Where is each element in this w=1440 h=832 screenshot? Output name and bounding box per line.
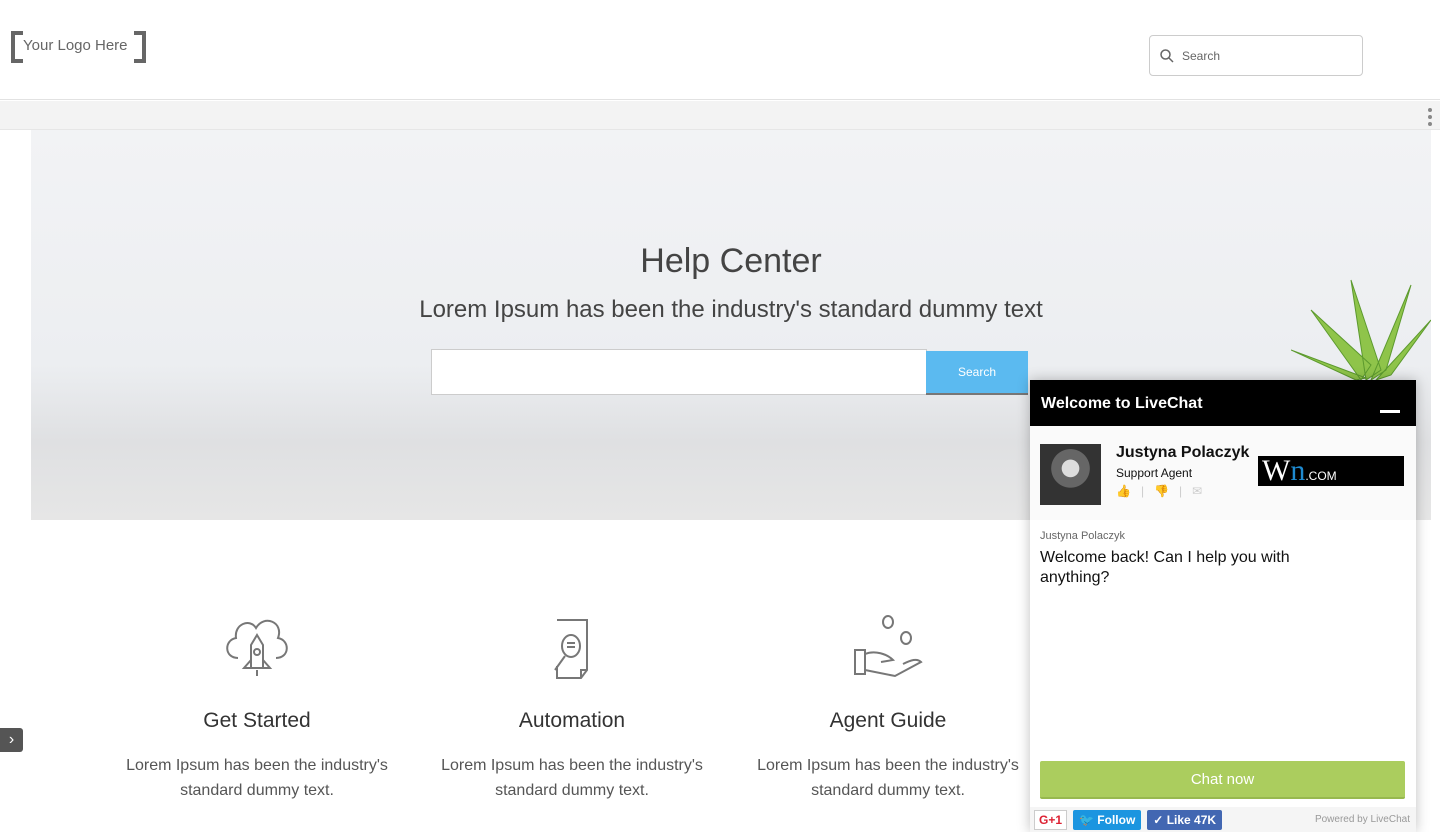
card-title: Agent Guide — [829, 709, 947, 732]
chat-header: Welcome to LiveChat — [1030, 380, 1416, 426]
minimize-button[interactable] — [1380, 410, 1400, 413]
chat-footer: G+1 🐦 Follow ✓ Like 47K Powered by LiveC… — [1030, 807, 1416, 832]
card-text: Lorem Ipsum has been the industry's stan… — [757, 757, 1019, 799]
cloud-rocket-icon — [226, 619, 288, 676]
google-plus-button[interactable]: G+1 — [1034, 809, 1068, 830]
more-options-icon[interactable] — [1428, 108, 1432, 126]
chat-message: Welcome back! Can I help you with anythi… — [1040, 549, 1290, 586]
agent-name: Justyna Polaczyk — [1116, 444, 1250, 461]
logo[interactable]: Your Logo Here — [11, 31, 146, 63]
page-title: Help Center — [640, 242, 822, 280]
chat-title: Welcome to LiveChat — [1041, 395, 1203, 412]
search-icon — [1160, 48, 1174, 63]
thumbs-down-icon[interactable]: 👎 — [1154, 484, 1169, 498]
search-placeholder: Search — [1182, 48, 1221, 63]
message-author: Justyna Polaczyk — [1040, 530, 1125, 542]
page-subtitle: Lorem Ipsum has been the industry's stan… — [419, 296, 1043, 323]
card-text: Lorem Ipsum has been the industry's stan… — [441, 757, 703, 799]
agent-role: Support Agent — [1116, 466, 1193, 480]
plant-image — [1291, 279, 1431, 382]
card-title: Get Started — [203, 709, 311, 732]
expand-sidebar-button[interactable]: › — [0, 728, 23, 752]
powered-by-link[interactable]: Powered by LiveChat — [1315, 814, 1410, 825]
card-get-started[interactable]: Get Started Lorem Ipsum has been the ind… — [117, 610, 397, 803]
check-icon: ✓ — [1153, 812, 1167, 827]
agent-info: Justyna Polaczyk Support Agent 👍 | 👎 | ✉ Wn.… — [1030, 426, 1416, 520]
header-search-input[interactable]: Search — [1149, 35, 1363, 76]
thumbs-up-icon[interactable]: 👍 — [1116, 484, 1131, 498]
card-title: Automation — [518, 709, 626, 732]
facebook-like-button[interactable]: ✓ Like 47K — [1147, 809, 1223, 830]
hand-coins-icon — [854, 615, 923, 678]
card-text: Lorem Ipsum has been the industry's stan… — [126, 757, 388, 799]
email-icon[interactable]: ✉ — [1192, 484, 1202, 498]
twitter-follow-button[interactable]: 🐦 Follow — [1073, 809, 1142, 830]
help-search-button[interactable]: Search — [926, 351, 1028, 395]
header: Your Logo Here Search — [0, 0, 1440, 100]
twitter-icon: 🐦 — [1079, 812, 1098, 827]
card-automation[interactable]: Automation Lorem Ipsum has been the indu… — [432, 610, 712, 803]
document-search-icon — [554, 619, 588, 679]
livechat-widget: Welcome to LiveChat Justyna Polaczyk Sup… — [1030, 380, 1416, 832]
logo-text: Your Logo Here — [23, 37, 128, 54]
card-agent-guide[interactable]: Agent Guide Lorem Ipsum has been the ind… — [748, 610, 1028, 803]
like-label: Like 47K — [1166, 812, 1217, 827]
company-logo: Wn.COM — [1258, 456, 1404, 486]
help-search-input[interactable] — [431, 349, 927, 395]
chat-now-button[interactable]: Chat now — [1040, 761, 1405, 799]
chevron-right-icon: › — [8, 731, 15, 748]
agent-avatar — [1040, 444, 1101, 505]
follow-label: Follow — [1097, 812, 1136, 827]
toolbar-strip — [0, 101, 1440, 130]
